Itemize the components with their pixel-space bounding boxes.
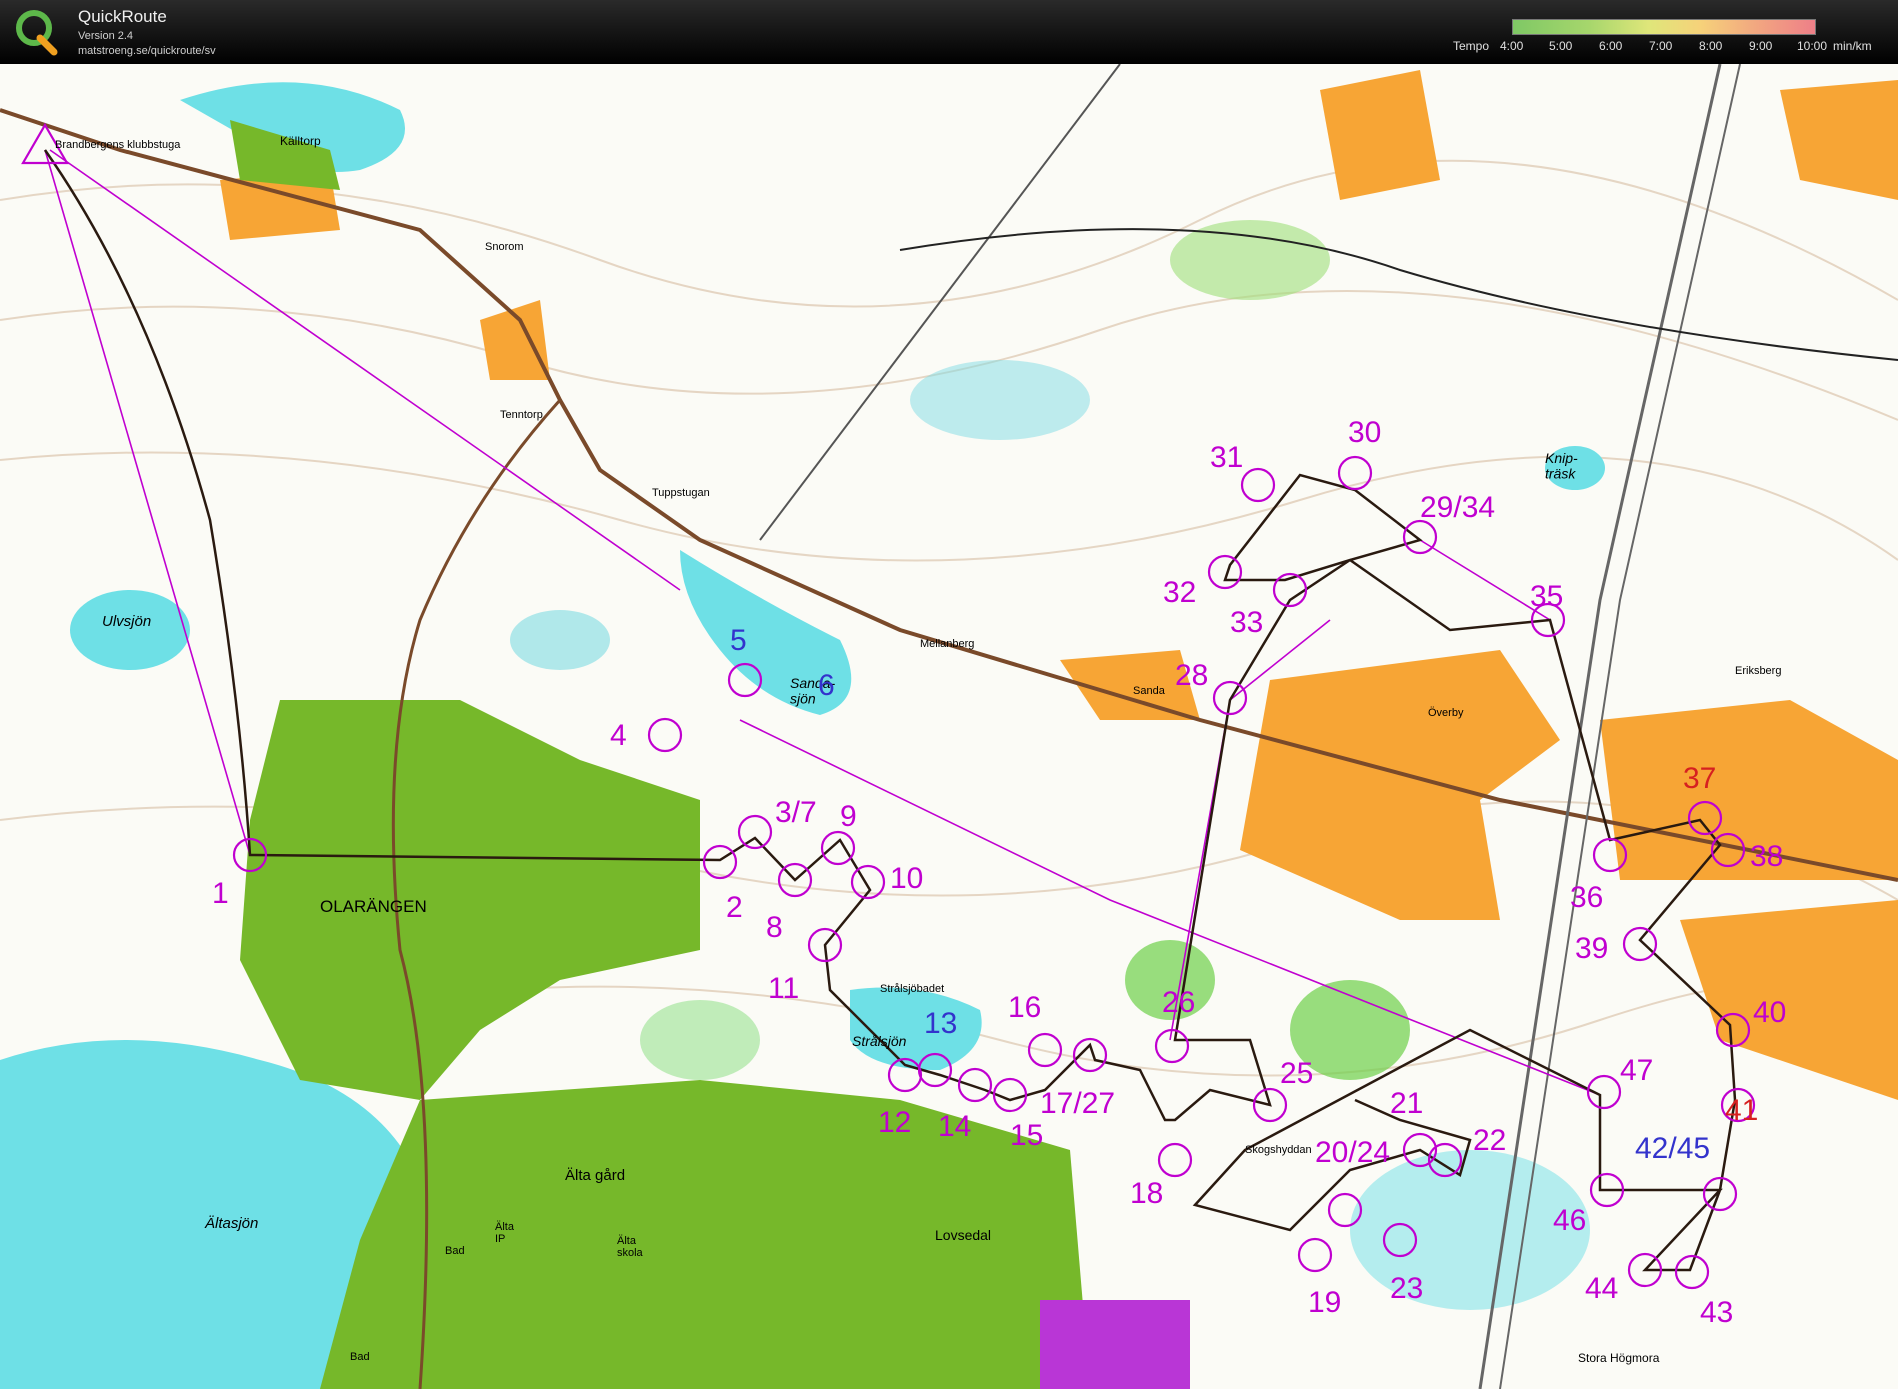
control-number: 14 [938,1110,971,1143]
industrial-area [1040,1300,1190,1389]
place-label: Tuppstugan [652,487,710,499]
place-label: Ältasjön [204,1215,258,1232]
control-number: 38 [1750,840,1783,873]
control-number: 25 [1280,1057,1313,1090]
control-number: 33 [1230,606,1263,639]
control-number: 15 [1010,1119,1043,1152]
quickroute-logo-icon [16,10,58,56]
place-label: Källtorp [280,134,321,148]
control-number: 23 [1390,1272,1423,1305]
control-number: 30 [1348,416,1381,449]
control-number: 29/34 [1420,491,1495,524]
control-number: 44 [1585,1272,1618,1305]
tempo-color-scale [1512,19,1816,35]
place-label: Överby [1428,707,1464,719]
control-number: 22 [1473,1124,1506,1157]
control-number: 28 [1175,659,1208,692]
place-label: OLARÄNGEN [320,897,427,916]
control-number: 20/24 [1315,1136,1390,1169]
control-number: 42/45 [1635,1132,1710,1165]
place-label: Älta gård [565,1167,625,1184]
control-number: 11 [768,972,799,1005]
control-number: 13 [924,1007,957,1040]
tempo-tick: 10:00 [1797,39,1828,53]
control-number: 4 [610,719,627,752]
control-number: 3/7 [775,796,817,829]
tempo-label: Tempo [1453,39,1490,53]
app-title: QuickRoute [78,7,167,26]
control-number: 18 [1130,1177,1163,1210]
place-label: Bad [350,1351,370,1363]
place-label: Strålsjön [852,1033,907,1049]
tempo-tick: 6:00 [1599,39,1623,53]
place-label: Mellanberg [920,638,974,650]
place-label: Strålsjöbadet [880,983,944,995]
control-number: 10 [890,862,923,895]
control-number: 17/27 [1040,1087,1115,1120]
control-number: 2 [726,891,743,924]
quickroute-window: QuickRoute Version 2.4 matstroeng.se/qui… [0,0,1898,1389]
control-number: 26 [1162,986,1195,1019]
control-number: 37 [1683,762,1716,795]
place-label: Brandbergens klubbstuga [55,139,181,151]
control-number: 9 [840,800,857,833]
tempo-tick: 9:00 [1749,39,1773,53]
control-number: 5 [730,624,747,657]
place-label: Snorom [485,241,524,253]
place-label: Tenntorp [500,409,543,421]
control-number: 6 [818,669,835,702]
control-number: 35 [1530,580,1563,613]
place-label: Lovsedal [935,1227,991,1243]
control-number: 1 [212,877,229,910]
tempo-unit: min/km [1833,39,1872,53]
tempo-tick: 4:00 [1500,39,1524,53]
tempo-tick: 8:00 [1699,39,1723,53]
control-number: 47 [1620,1054,1653,1087]
app-version: Version 2.4 [78,30,134,42]
control-number: 46 [1553,1204,1586,1237]
control-number: 40 [1753,996,1786,1029]
control-number: 32 [1163,576,1196,609]
place-label: Stora Högmora [1578,1351,1660,1365]
tempo-tick: 7:00 [1649,39,1673,53]
header-bar: QuickRoute Version 2.4 matstroeng.se/qui… [0,0,1898,64]
tempo-tick: 5:00 [1549,39,1573,53]
place-label: Sanda [1133,685,1166,697]
control-number: 21 [1390,1087,1423,1120]
control-number: 12 [878,1106,911,1139]
app-url[interactable]: matstroeng.se/quickroute/sv [78,45,216,57]
control-number: 31 [1210,441,1243,474]
place-label: Eriksberg [1735,665,1781,677]
control-number: 43 [1700,1296,1733,1329]
place-label: Bad [445,1245,465,1257]
place-label: Skogshyddan [1245,1144,1312,1156]
control-number: 16 [1008,991,1041,1024]
control-number: 36 [1570,881,1603,914]
place-label: Knip-träsk [1545,450,1578,481]
place-label: Ulvsjön [102,613,151,630]
control-number: 41 [1725,1094,1758,1127]
orienteering-map[interactable]: Brandbergens klubbstuga Källtorp Snorom … [0,64,1898,1389]
control-number: 19 [1308,1286,1341,1319]
control-number: 39 [1575,932,1608,965]
control-number: 8 [766,911,783,944]
